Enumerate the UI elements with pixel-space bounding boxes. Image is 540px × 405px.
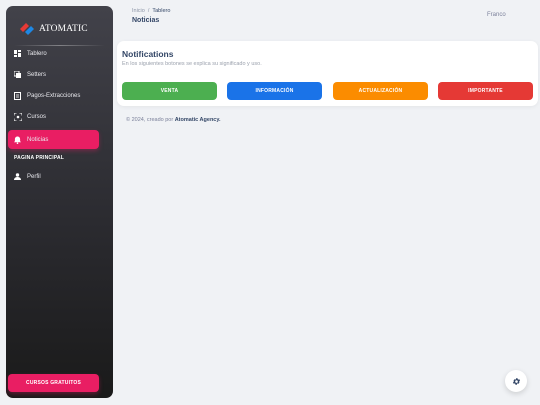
page-title: Noticias xyxy=(132,17,160,24)
actualizacion-button[interactable]: ACTUALIZACIÓN xyxy=(333,82,428,100)
atomatic-logo-icon xyxy=(20,23,34,35)
person-icon xyxy=(14,173,27,180)
receipt-icon xyxy=(14,91,27,100)
sidebar-item-setters[interactable]: Setters xyxy=(8,65,99,84)
brand-name: ATOMATIC xyxy=(39,24,88,34)
footer-text: © 2024, creado por xyxy=(126,117,174,123)
importante-button[interactable]: IMPORTANTE xyxy=(438,82,533,100)
sidebar-item-tablero[interactable]: Tablero xyxy=(8,44,99,63)
gear-icon xyxy=(512,377,520,385)
sidebar-item-noticias[interactable]: Noticias xyxy=(8,130,99,149)
footer: © 2024, creado por Atomatic Agency. xyxy=(126,117,221,123)
footer-agency-link[interactable]: Atomatic Agency. xyxy=(175,117,221,123)
sidebar-item-label: Tablero xyxy=(27,50,47,57)
sidebar-item-label: Noticias xyxy=(27,136,49,143)
copy-icon xyxy=(14,71,27,78)
sidebar-item-cursos[interactable]: Cursos xyxy=(8,107,99,126)
sidebar-item-label: Cursos xyxy=(27,113,47,120)
sidebar-item-label: Setters xyxy=(27,71,47,78)
sidebar-item-label: Pagos-Extracciones xyxy=(27,92,81,99)
breadcrumb-home[interactable]: Inicio xyxy=(132,8,145,14)
sidebar-section-heading: PAGINA PRINCIPAL xyxy=(14,155,65,161)
center-focus-icon xyxy=(14,112,27,121)
dashboard-icon xyxy=(14,50,27,57)
breadcrumb-current: Tablero xyxy=(152,8,171,14)
card-subtitle: En los siguientes botones se explica su … xyxy=(122,61,262,67)
bell-icon xyxy=(14,136,27,144)
venta-button[interactable]: VENTA xyxy=(122,82,217,100)
notifications-card: Notifications En los siguientes botones … xyxy=(117,41,538,106)
informacion-button[interactable]: INFORMACIÓN xyxy=(227,82,322,100)
breadcrumb: Inicio / Tablero xyxy=(132,8,170,14)
free-courses-button[interactable]: CURSOS GRATUITOS xyxy=(8,374,99,392)
sidebar-item-pagos-extracciones[interactable]: Pagos-Extracciones xyxy=(8,86,99,105)
settings-button[interactable] xyxy=(505,370,527,392)
sidebar-item-perfil[interactable]: Perfil xyxy=(8,167,99,186)
sidebar-item-label: Perfil xyxy=(27,173,41,180)
brand[interactable]: ATOMATIC xyxy=(20,22,88,36)
breadcrumb-separator: / xyxy=(147,8,150,14)
user-name[interactable]: Franco xyxy=(487,12,506,18)
card-title: Notifications xyxy=(122,49,174,59)
